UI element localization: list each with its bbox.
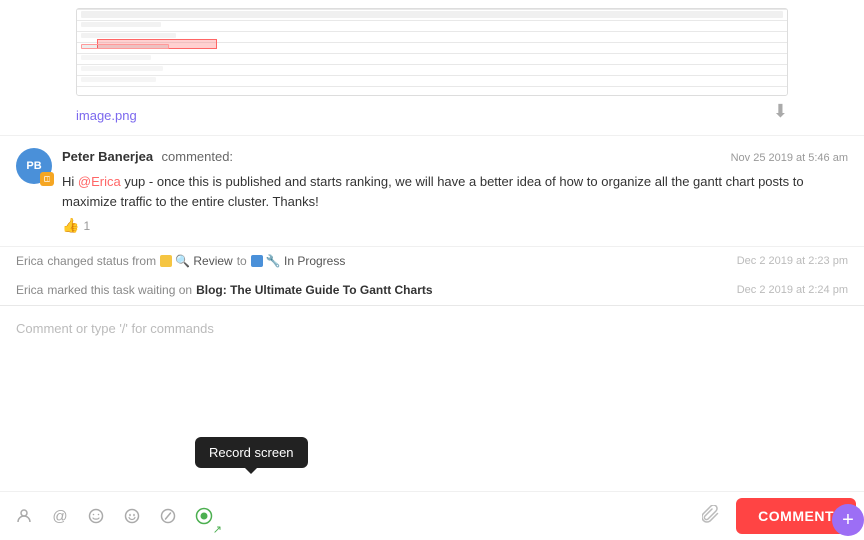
mention-icon-button[interactable]: @ xyxy=(44,500,76,532)
status-to: 🔧 In Progress xyxy=(251,253,346,270)
cursor-indicator: ↗ xyxy=(213,523,222,536)
comment-toolbar: @ xyxy=(0,491,864,540)
command-icon-button[interactable] xyxy=(152,500,184,532)
commenter-name: Peter Banerjea xyxy=(62,149,153,164)
download-icon[interactable]: ⬇ xyxy=(773,101,788,122)
slash-icon xyxy=(160,508,176,524)
reaction-icon-button[interactable] xyxy=(116,500,148,532)
activity-timestamp-1: Dec 2 2019 at 2:23 pm xyxy=(737,254,848,269)
comment-timestamp: Nov 25 2019 at 5:46 am xyxy=(731,152,848,164)
assign-icon-button[interactable] xyxy=(8,500,40,532)
toolbar-icons: @ xyxy=(8,500,694,532)
like-count: 1 xyxy=(83,219,90,233)
activity-actor-1: Erica xyxy=(16,253,43,270)
comment-input-area[interactable]: Comment or type '/' for commands xyxy=(0,305,864,491)
reaction-icon xyxy=(124,508,140,524)
fab-button[interactable]: + xyxy=(832,504,864,536)
status-from: 🔍 Review xyxy=(160,253,233,270)
waiting-task-link[interactable]: Blog: The Ultimate Guide To Gantt Charts xyxy=(196,282,432,299)
attach-icon[interactable] xyxy=(694,505,728,528)
commented-label: commented: xyxy=(162,149,234,164)
comment-text-before: Hi xyxy=(62,174,78,189)
status-dot-blue xyxy=(251,255,263,267)
activity-timestamp-2: Dec 2 2019 at 2:24 pm xyxy=(737,283,848,298)
image-filename[interactable]: image.png xyxy=(76,108,137,123)
image-attachment-area: image.png ⬇ xyxy=(0,0,864,136)
record-screen-button[interactable]: ↗ xyxy=(188,500,220,532)
activity-row-1: Erica changed status from 🔍 Review to 🔧 … xyxy=(0,247,864,276)
avatar: PB xyxy=(16,148,52,184)
at-icon: @ xyxy=(52,508,67,525)
comment-text-after: yup - once this is published and starts … xyxy=(62,174,804,209)
comment-placeholder[interactable]: Comment or type '/' for commands xyxy=(16,316,848,346)
activity-actor-2: Erica xyxy=(16,282,43,299)
comment-content: Peter Banerjea commented: Nov 25 2019 at… xyxy=(62,148,848,234)
emoji-icon xyxy=(88,508,104,524)
record-screen-tooltip: Record screen xyxy=(195,437,308,468)
like-area: 👍 1 xyxy=(62,217,848,234)
mention[interactable]: @Erica xyxy=(78,174,121,189)
record-icon xyxy=(195,507,213,525)
emoji-icon-button[interactable] xyxy=(80,500,112,532)
activity-row-2: Erica marked this task waiting on Blog: … xyxy=(0,276,864,305)
comment-text: Hi @Erica yup - once this is published a… xyxy=(62,172,848,211)
comment-block: PB Peter Banerjea commented: Nov 25 2019… xyxy=(0,136,864,247)
plus-icon: + xyxy=(842,510,854,530)
status-dot-yellow xyxy=(160,255,172,267)
avatar-badge xyxy=(40,172,54,186)
person-icon xyxy=(16,508,32,524)
thumbs-up-icon[interactable]: 👍 xyxy=(62,217,79,234)
